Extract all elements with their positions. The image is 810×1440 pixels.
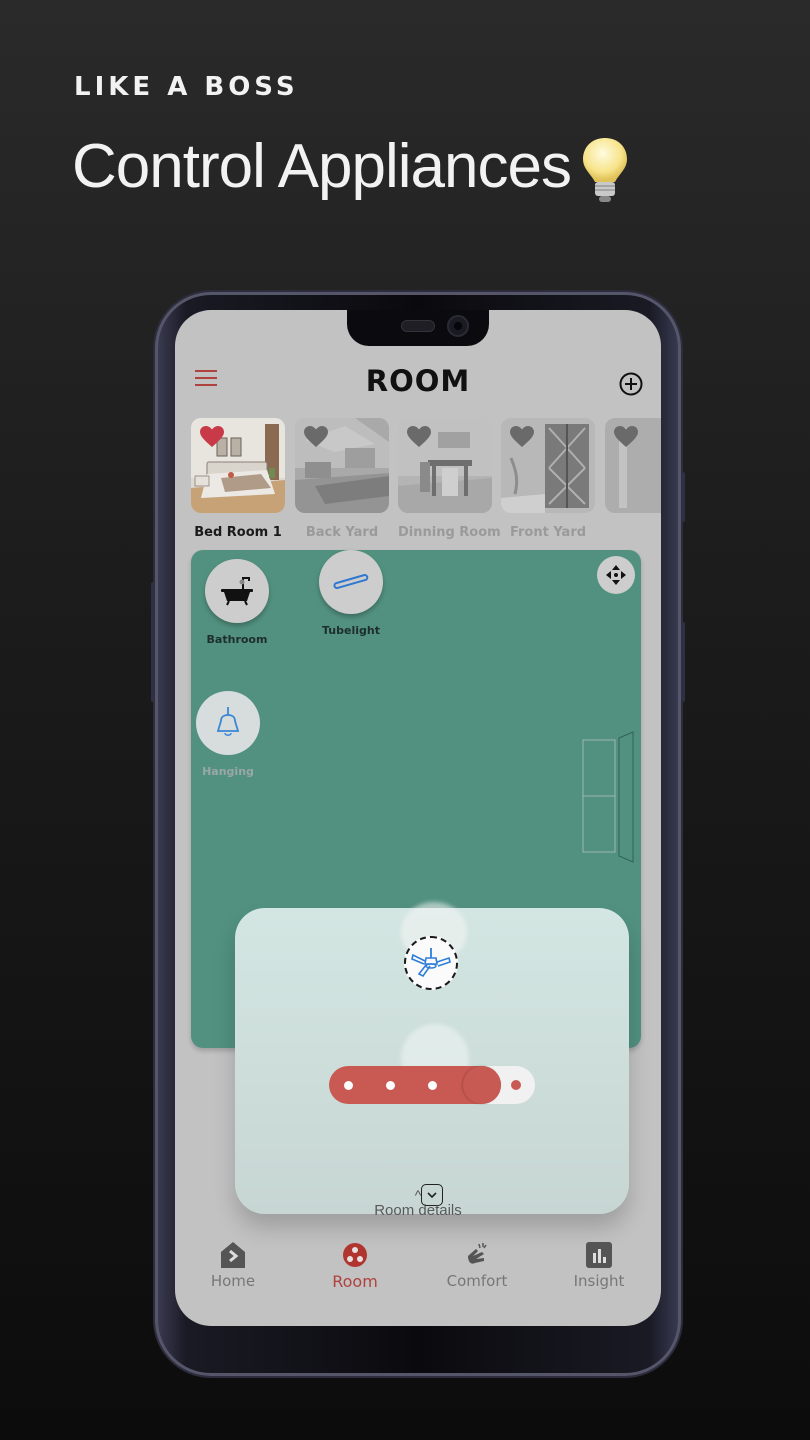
device-tubelight[interactable]: Tubelight (318, 550, 384, 637)
room-card-back-yard[interactable]: Back Yard (295, 418, 389, 540)
fan-speed-thumb[interactable] (463, 1066, 501, 1104)
lightbulb-icon (577, 134, 633, 206)
room-photo (295, 418, 389, 513)
promo-title: Control Appliances (72, 130, 633, 202)
ceiling-fan-icon[interactable] (404, 936, 458, 990)
fan-speed-step-dot[interactable] (343, 1081, 353, 1090)
phone-frame: ROOM Bed Room 1 Back Yard Dinning Room F… (151, 292, 685, 1376)
room-label: Front Yard (509, 525, 587, 540)
chevron-up-icon: ^ (414, 1187, 422, 1203)
device-label: Hanging (202, 765, 254, 778)
room-icon (340, 1240, 370, 1270)
promo-kicker: LIKE A BOSS (74, 72, 299, 102)
device-bathroom[interactable]: Bathroom (204, 559, 270, 646)
room-photo (605, 418, 661, 513)
favorite-heart-icon[interactable] (304, 426, 328, 448)
app-screen: ROOM Bed Room 1 Back Yard Dinning Room F… (175, 310, 661, 1326)
power-button (681, 622, 685, 702)
room-floor-plan[interactable]: Bathroom Tubelight Hanging (191, 550, 641, 1214)
room-card-dinning-room[interactable]: Dinning Room (398, 418, 501, 540)
promo-title-text: Control Appliances (72, 131, 572, 201)
fan-speed-step-dot[interactable] (385, 1081, 395, 1090)
comfort-snap-icon (462, 1240, 492, 1270)
room-card-front-yard[interactable]: Front Yard (501, 418, 595, 540)
device-hanging[interactable]: Hanging (195, 691, 261, 778)
furniture-outline (582, 731, 634, 863)
tab-comfort[interactable]: Comfort (427, 1240, 527, 1290)
favorite-heart-icon[interactable] (200, 426, 224, 448)
favorite-heart-icon[interactable] (614, 426, 638, 448)
tab-label: Insight (573, 1272, 625, 1290)
front-camera (447, 315, 469, 337)
room-details-toggle[interactable]: ^ Room details (175, 1187, 661, 1219)
room-card-bed-room-1[interactable]: Bed Room 1 (191, 418, 285, 540)
volume-button (151, 582, 155, 702)
tab-label: Home (210, 1272, 256, 1290)
room-label: Back Yard (305, 525, 379, 540)
room-label: Bed Room 1 (194, 525, 282, 540)
alert-slider (681, 472, 685, 522)
favorite-heart-icon[interactable] (407, 426, 431, 448)
insight-chart-icon (584, 1240, 614, 1270)
tab-label: Room (332, 1272, 378, 1291)
tab-insight[interactable]: Insight (549, 1240, 649, 1290)
tab-label: Comfort (446, 1272, 508, 1290)
fan-speed-max-dot (511, 1080, 521, 1090)
room-photo (398, 418, 492, 513)
bathtub-icon (205, 559, 269, 623)
move-arrows-icon[interactable] (597, 556, 635, 594)
home-icon (218, 1240, 248, 1270)
plus-circle-icon[interactable] (619, 372, 643, 396)
favorite-heart-icon[interactable] (510, 426, 534, 448)
room-carousel[interactable]: Bed Room 1 Back Yard Dinning Room Front … (191, 418, 661, 542)
tubelight-icon (319, 550, 383, 614)
fan-control-panel (235, 902, 629, 1214)
room-label: Dinning Room (398, 525, 501, 540)
tab-home[interactable]: Home (183, 1240, 283, 1290)
page-title: ROOM (365, 364, 471, 398)
room-photo (501, 418, 595, 513)
notch (347, 310, 489, 346)
hanging-lamp-icon (196, 691, 260, 755)
device-label: Bathroom (206, 633, 268, 646)
fan-speed-step-dot[interactable] (427, 1081, 437, 1090)
device-label: Tubelight (322, 624, 380, 637)
room-details-label: Room details (374, 1202, 462, 1219)
room-photo (191, 418, 285, 513)
bottom-tab-bar: Home Room Comfort Insight (175, 1240, 661, 1300)
room-card-partial[interactable] (605, 418, 661, 525)
fan-speed-slider[interactable] (329, 1066, 535, 1104)
earpiece-speaker (401, 320, 435, 332)
tab-room[interactable]: Room (305, 1240, 405, 1291)
